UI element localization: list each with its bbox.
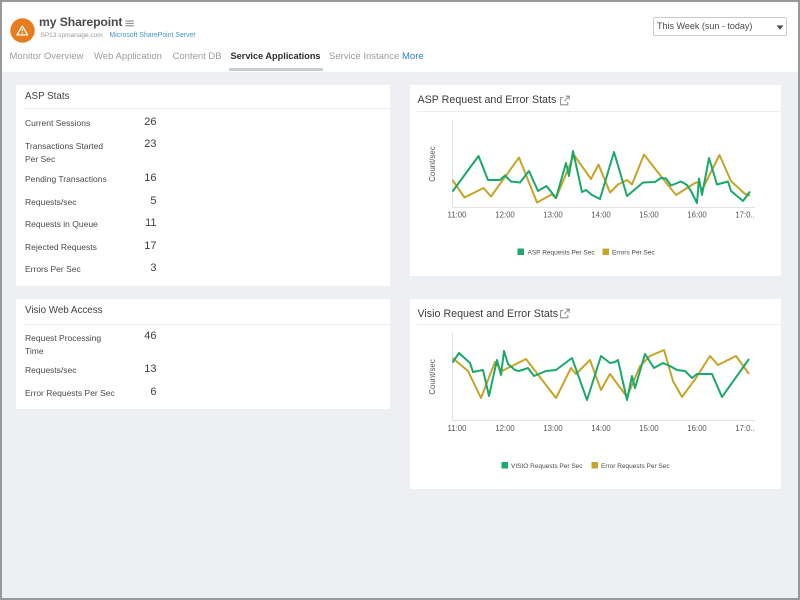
svg-text:16:00: 16:00 xyxy=(687,211,707,220)
svg-text:11:00: 11:00 xyxy=(448,211,468,220)
svg-text:VISIO Requests Per Sec: VISIO Requests Per Sec xyxy=(511,463,583,470)
svg-text:11:00: 11:00 xyxy=(448,424,468,433)
svg-text:14:00: 14:00 xyxy=(591,211,611,220)
svg-text:15:00: 15:00 xyxy=(639,211,659,220)
svg-text:15:00: 15:00 xyxy=(639,424,659,433)
svg-text:Count/sec: Count/sec xyxy=(428,359,437,395)
svg-text:ASP Requests Per Sec: ASP Requests Per Sec xyxy=(528,250,596,257)
svg-text:Count/sec: Count/sec xyxy=(428,146,437,182)
svg-text:13:00: 13:00 xyxy=(543,424,563,433)
svg-text:Error Requests Per Sec: Error Requests Per Sec xyxy=(601,463,670,470)
svg-text:17:0..: 17:0.. xyxy=(735,211,755,220)
svg-text:12:00: 12:00 xyxy=(495,424,515,433)
svg-text:12:00: 12:00 xyxy=(495,211,515,220)
svg-text:Errors Per Sec: Errors Per Sec xyxy=(612,250,655,257)
svg-text:16:00: 16:00 xyxy=(687,424,707,433)
svg-text:17:0..: 17:0.. xyxy=(735,424,755,433)
svg-text:13:00: 13:00 xyxy=(543,211,563,220)
svg-text:14:00: 14:00 xyxy=(591,424,611,433)
